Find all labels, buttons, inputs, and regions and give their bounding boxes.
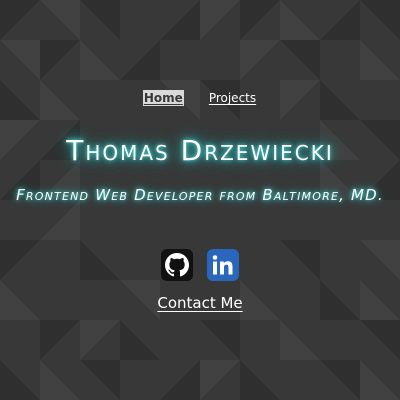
- github-link[interactable]: [161, 249, 193, 281]
- tagline: Frontend Web Developer from Baltimore, M…: [16, 186, 384, 204]
- page-content: Home Projects Thomas Drzewiecki Frontend…: [0, 0, 400, 400]
- top-nav: Home Projects: [0, 90, 400, 106]
- github-icon: [165, 253, 189, 277]
- contact-section: Contact Me: [0, 294, 400, 312]
- page-title: Thomas Drzewiecki: [66, 134, 334, 167]
- linkedin-link[interactable]: [207, 249, 239, 281]
- nav-link-projects[interactable]: Projects: [208, 90, 257, 106]
- nav-link-home[interactable]: Home: [142, 90, 184, 106]
- social-links: [0, 249, 400, 281]
- contact-link[interactable]: Contact Me: [157, 294, 242, 312]
- linkedin-icon: [212, 255, 233, 275]
